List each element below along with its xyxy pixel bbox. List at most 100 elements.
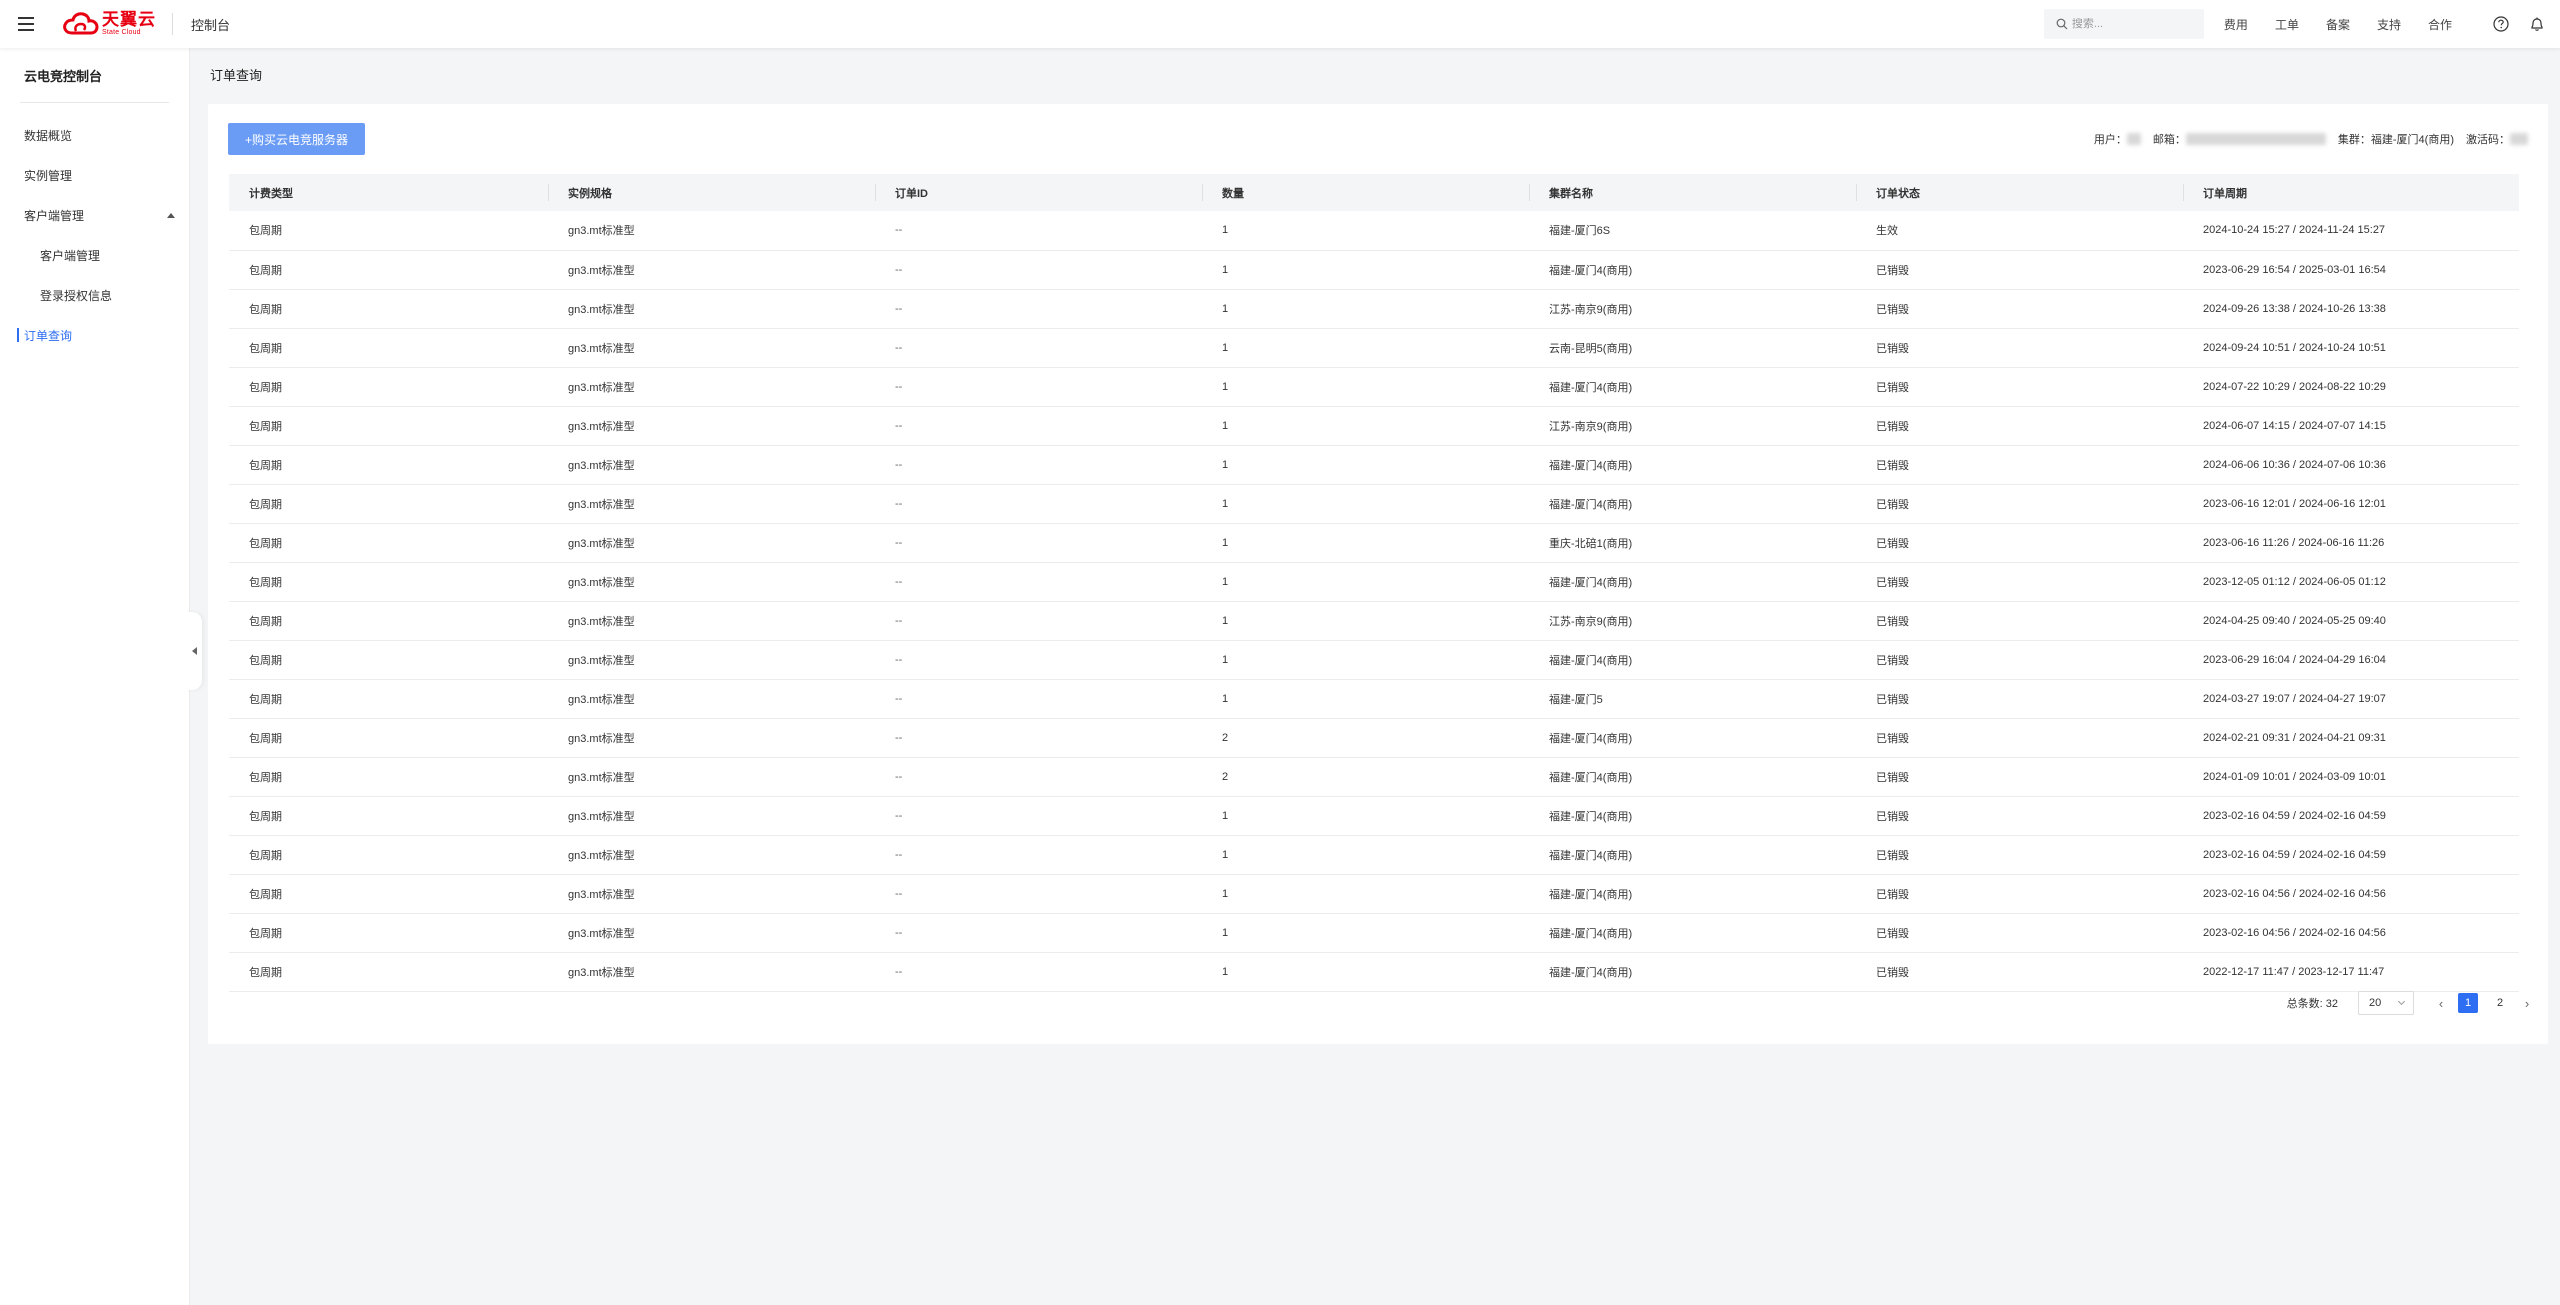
cell-cluster-name: 福建-厦门4(商用) bbox=[1529, 952, 1856, 992]
cell-billing-type: 包周期 bbox=[229, 679, 548, 719]
sidebar-item-order-query[interactable]: 订单查询 bbox=[0, 315, 189, 355]
page-size-select[interactable]: 20 bbox=[2358, 991, 2414, 1015]
cell-instance-spec: gn3.mt标准型 bbox=[548, 484, 875, 524]
cell-billing-type: 包周期 bbox=[229, 640, 548, 680]
cell-order-id: -- bbox=[875, 211, 1202, 251]
cell-order-id: -- bbox=[875, 874, 1202, 914]
cell-quantity: 1 bbox=[1202, 250, 1529, 290]
table-row: 包周期 gn3.mt标准型 -- 1 福建-厦门6S 生效 2024-10-24 15:27… bbox=[229, 211, 2519, 251]
cell-billing-type: 包周期 bbox=[229, 250, 548, 290]
cell-order-period: 2023-02-16 04:56 / 2024-02-16 04:56 bbox=[2183, 913, 2519, 953]
cell-order-period: 2024-06-07 14:15 / 2024-07-07 14:15 bbox=[2183, 406, 2519, 446]
cell-billing-type: 包周期 bbox=[229, 406, 548, 446]
cell-instance-spec: gn3.mt标准型 bbox=[548, 406, 875, 446]
cell-cluster-name: 福建-厦门4(商用) bbox=[1529, 913, 1856, 953]
column-header: 订单周期 bbox=[2183, 174, 2519, 211]
brand-logo[interactable]: 天翼云 State Cloud bbox=[52, 0, 156, 48]
cell-cluster-name: 福建-厦门5 bbox=[1529, 679, 1856, 719]
cell-order-period: 2024-03-27 19:07 / 2024-04-27 19:07 bbox=[2183, 679, 2519, 719]
cell-instance-spec: gn3.mt标准型 bbox=[548, 640, 875, 680]
page-button-1[interactable]: 1 bbox=[2458, 993, 2478, 1013]
cell-order-status: 已销毁 bbox=[1856, 328, 2183, 368]
sidebar-item-label: 登录授权信息 bbox=[40, 288, 113, 303]
table-row: 包周期 gn3.mt标准型 -- 1 福建-厦门4(商用) 已销毁 2023-02-16 0… bbox=[229, 913, 2519, 953]
cell-instance-spec: gn3.mt标准型 bbox=[548, 328, 875, 368]
cell-order-status: 已销毁 bbox=[1856, 913, 2183, 953]
redacted-activation-code bbox=[2510, 133, 2528, 145]
hamburger-menu-icon[interactable] bbox=[0, 0, 52, 48]
cell-order-status: 已销毁 bbox=[1856, 835, 2183, 875]
cell-quantity: 1 bbox=[1202, 679, 1529, 719]
cell-instance-spec: gn3.mt标准型 bbox=[548, 718, 875, 758]
cell-order-id: -- bbox=[875, 406, 1202, 446]
cell-cluster-name: 福建-厦门4(商用) bbox=[1529, 562, 1856, 602]
sidebar-group-client-management[interactable]: 客户端管理 bbox=[0, 195, 189, 235]
table-row: 包周期 gn3.mt标准型 -- 1 福建-厦门4(商用) 已销毁 2023-06-29 1… bbox=[229, 250, 2519, 290]
sidebar-item-label: 客户端管理 bbox=[24, 208, 85, 223]
console-title[interactable]: 控制台 bbox=[191, 15, 230, 34]
cell-cluster-name: 福建-厦门4(商用) bbox=[1529, 835, 1856, 875]
sidebar-item-instance-management[interactable]: 实例管理 bbox=[0, 155, 189, 195]
search-box[interactable] bbox=[2043, 9, 2204, 39]
cell-order-period: 2022-12-17 11:47 / 2023-12-17 11:47 bbox=[2183, 952, 2519, 992]
sidebar-item-label: 数据概览 bbox=[24, 128, 73, 143]
table-row: 包周期 gn3.mt标准型 -- 1 云南-昆明5(商用) 已销毁 2024-09-24 1… bbox=[229, 328, 2519, 368]
table-row: 包周期 gn3.mt标准型 -- 1 重庆-北碚1(商用) 已销毁 2023-06-16 1… bbox=[229, 523, 2519, 563]
cell-order-period: 2023-06-29 16:54 / 2025-03-01 16:54 bbox=[2183, 250, 2519, 290]
cell-instance-spec: gn3.mt标准型 bbox=[548, 250, 875, 290]
sidebar-item-client-management[interactable]: 客户端管理 bbox=[0, 235, 189, 275]
cell-cluster-name: 云南-昆明5(商用) bbox=[1529, 328, 1856, 368]
cell-instance-spec: gn3.mt标准型 bbox=[548, 913, 875, 953]
cell-billing-type: 包周期 bbox=[229, 835, 548, 875]
cell-order-period: 2024-07-22 10:29 / 2024-08-22 10:29 bbox=[2183, 367, 2519, 407]
cell-order-period: 2024-06-06 10:36 / 2024-07-06 10:36 bbox=[2183, 445, 2519, 485]
sidebar-item-label: 实例管理 bbox=[24, 168, 73, 183]
nav-link-filing[interactable]: 备案 bbox=[2326, 16, 2350, 33]
cell-billing-type: 包周期 bbox=[229, 445, 548, 485]
cell-order-period: 2024-10-24 15:27 / 2024-11-24 15:27 bbox=[2183, 211, 2519, 251]
cell-order-status: 已销毁 bbox=[1856, 367, 2183, 407]
cell-order-period: 2023-02-16 04:56 / 2024-02-16 04:56 bbox=[2183, 874, 2519, 914]
column-header: 计费类型 bbox=[229, 174, 548, 211]
cell-quantity: 1 bbox=[1202, 367, 1529, 407]
next-page-chevron-icon[interactable]: › bbox=[2516, 992, 2538, 1014]
header-divider bbox=[172, 13, 173, 35]
nav-link-tickets[interactable]: 工单 bbox=[2275, 16, 2299, 33]
cell-order-id: -- bbox=[875, 913, 1202, 953]
cell-billing-type: 包周期 bbox=[229, 796, 548, 836]
cell-order-period: 2023-12-05 01:12 / 2024-06-05 01:12 bbox=[2183, 562, 2519, 602]
total-label: 总条数: bbox=[2286, 998, 2323, 1010]
cell-quantity: 1 bbox=[1202, 562, 1529, 602]
cell-order-status: 已销毁 bbox=[1856, 406, 2183, 446]
cell-instance-spec: gn3.mt标准型 bbox=[548, 874, 875, 914]
cell-instance-spec: gn3.mt标准型 bbox=[548, 562, 875, 602]
nav-link-support[interactable]: 支持 bbox=[2377, 16, 2401, 33]
nav-link-billing[interactable]: 费用 bbox=[2224, 16, 2248, 33]
nav-link-cooperation[interactable]: 合作 bbox=[2428, 16, 2452, 33]
cell-cluster-name: 福建-厦门4(商用) bbox=[1529, 874, 1856, 914]
account-info: 用户： 邮箱： 集群：福建-厦门4(商用) 激活码： bbox=[2094, 131, 2528, 147]
cell-order-status: 已销毁 bbox=[1856, 289, 2183, 329]
sidebar-item-data-overview[interactable]: 数据概览 bbox=[0, 115, 189, 155]
column-header: 实例规格 bbox=[548, 174, 875, 211]
help-circle-icon[interactable] bbox=[2492, 15, 2510, 33]
sidebar-item-login-authorization[interactable]: 登录授权信息 bbox=[0, 275, 189, 315]
page-button-2[interactable]: 2 bbox=[2490, 993, 2510, 1013]
buy-server-button[interactable]: +购买云电竞服务器 bbox=[228, 123, 366, 155]
sidebar-item-label: 客户端管理 bbox=[40, 248, 101, 263]
cell-order-id: -- bbox=[875, 484, 1202, 524]
chevron-down-icon bbox=[2397, 997, 2406, 1006]
table-row: 包周期 gn3.mt标准型 -- 1 福建-厦门4(商用) 已销毁 2024-06-06 1… bbox=[229, 445, 2519, 485]
total-value: 32 bbox=[2325, 998, 2338, 1010]
prev-page-chevron-icon[interactable]: ‹ bbox=[2430, 992, 2452, 1014]
cell-order-period: 2024-02-21 09:31 / 2024-04-21 09:31 bbox=[2183, 718, 2519, 758]
bell-icon[interactable] bbox=[2528, 15, 2546, 33]
sidebar-collapse-toggle[interactable] bbox=[186, 612, 202, 690]
table-row: 包周期 gn3.mt标准型 -- 1 福建-厦门5 已销毁 2024-03-27 19:07… bbox=[229, 679, 2519, 719]
table-row: 包周期 gn3.mt标准型 -- 1 福建-厦门4(商用) 已销毁 2023-06-29 1… bbox=[229, 640, 2519, 680]
cell-order-status: 已销毁 bbox=[1856, 562, 2183, 602]
cell-order-id: -- bbox=[875, 601, 1202, 641]
cell-order-status: 已销毁 bbox=[1856, 601, 2183, 641]
search-input[interactable] bbox=[2071, 18, 2192, 30]
cell-instance-spec: gn3.mt标准型 bbox=[548, 757, 875, 797]
